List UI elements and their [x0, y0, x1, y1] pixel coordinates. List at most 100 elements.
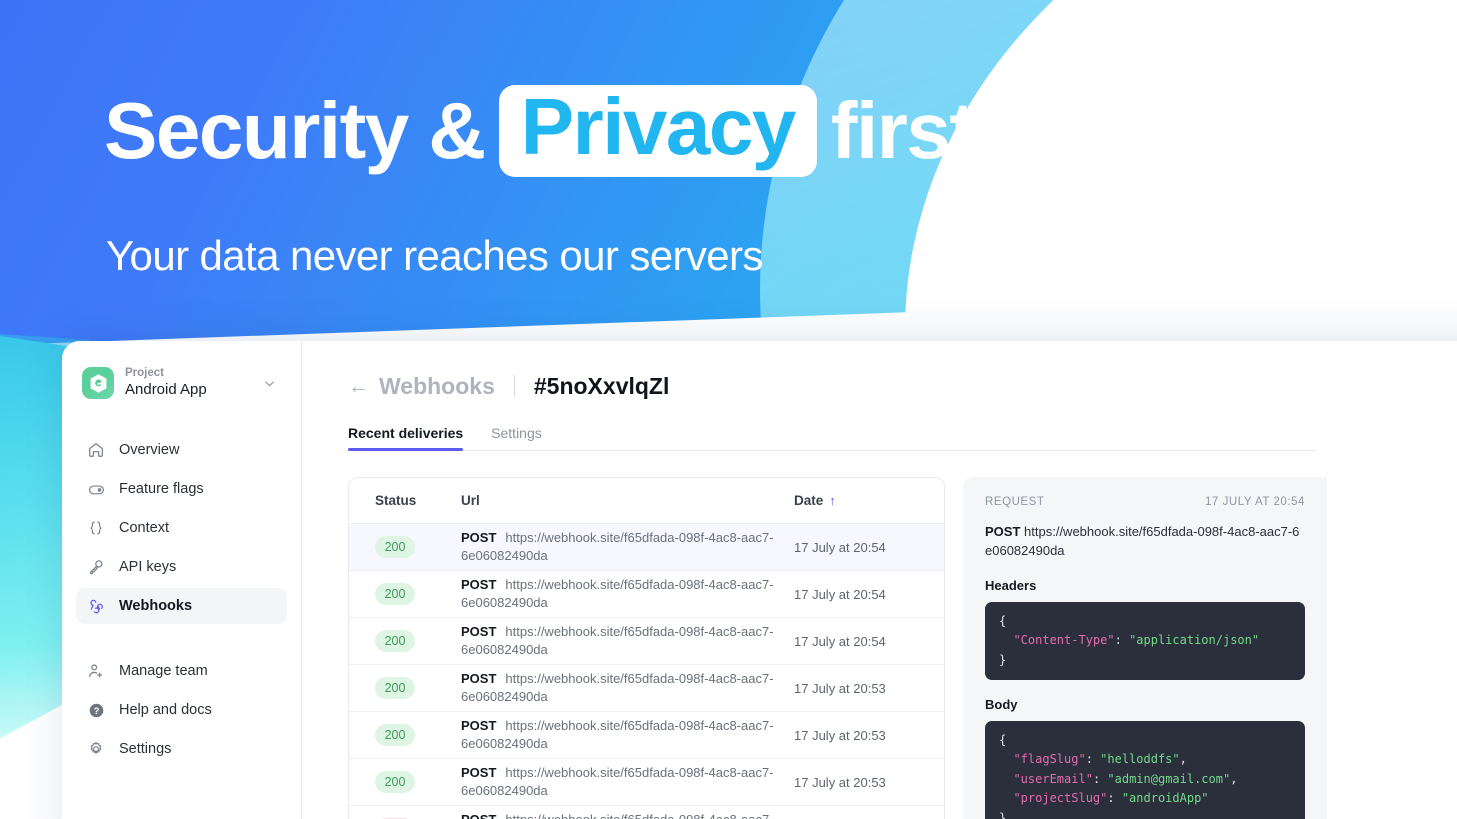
project-logo-icon — [82, 367, 114, 399]
row-method: POST — [461, 717, 497, 733]
table-row[interactable]: 200 POST https://webhook.site/f65dfada-09… — [349, 665, 944, 712]
tab-bar: Recent deliveries Settings — [348, 420, 1316, 451]
status-badge: 200 — [375, 630, 415, 652]
deliveries-layout: Status Url Date ↑ 200 POST https://webhook… — [348, 477, 1457, 819]
back-arrow-icon[interactable]: ← — [348, 376, 369, 397]
row-url-value: https://webhook.site/f65dfada-098f-4ac8-… — [461, 812, 773, 819]
row-status: 200 — [349, 771, 461, 793]
table-row[interactable]: 200 POST https://webhook.site/f65dfada-09… — [349, 571, 944, 618]
sidebar-item-help-and-docs[interactable]: ? Help and docs — [76, 692, 287, 728]
tab-recent-deliveries[interactable]: Recent deliveries — [348, 425, 464, 451]
body-key: "userEmail" — [1013, 771, 1093, 786]
headers-value: "application/json" — [1129, 633, 1260, 648]
row-status: 200 — [349, 724, 461, 746]
sidebar-item-label: Overview — [119, 442, 180, 458]
status-badge: 200 — [375, 677, 415, 699]
row-method: POST — [461, 623, 497, 639]
body-value: "admin@gmail.com" — [1107, 771, 1231, 786]
sidebar-item-overview[interactable]: Overview — [76, 432, 287, 468]
breadcrumb-parent[interactable]: Webhooks — [379, 373, 495, 400]
body-key: "flagSlug" — [1013, 752, 1086, 767]
table-row[interactable]: 200 POST https://webhook.site/f65dfada-09… — [349, 759, 944, 806]
main-content: ← Webhooks #5noXxvlqZl Recent deliveries… — [302, 341, 1457, 819]
sidebar-item-context[interactable]: Context — [76, 510, 287, 546]
gear-icon — [86, 739, 106, 759]
sidebar-primary-nav: Overview Feature flags Context API keys … — [62, 432, 301, 624]
home-icon — [86, 440, 106, 460]
row-url: POSThttps://webhook.site/f65dfada-098f-4… — [461, 717, 792, 754]
column-header-status[interactable]: Status — [349, 493, 461, 508]
sidebar: Project Android App Overview Feature fla… — [62, 341, 302, 819]
table-row[interactable]: 200 POST https://webhook.site/f65dfada-09… — [349, 712, 944, 759]
body-section-title: Body — [985, 697, 1018, 712]
sidebar-item-label: API keys — [119, 559, 177, 575]
request-panel-header: REQUEST 17 JULY AT 20:54 — [985, 496, 1305, 508]
row-status: 200 — [349, 677, 461, 699]
sidebar-item-webhooks[interactable]: Webhooks — [76, 588, 287, 624]
webhook-icon — [86, 596, 106, 616]
table-row[interactable]: 500 POSThttps://webhook.site/f65dfada-09… — [349, 806, 944, 819]
body-brace-close: } — [999, 810, 1007, 819]
project-meta: Project Android App — [125, 367, 262, 398]
body-value: "helloddfs" — [1100, 752, 1180, 767]
sidebar-item-label: Help and docs — [119, 702, 212, 718]
sidebar-item-feature-flags[interactable]: Feature flags — [76, 471, 287, 507]
row-date: 17 July at 20:54 — [794, 633, 886, 649]
row-url: POSThttps://webhook.site/f65dfada-098f-4… — [461, 764, 792, 801]
hero-title-part1: Security & — [104, 85, 486, 175]
request-detail-panel: REQUEST 17 JULY AT 20:54 POST https://we… — [963, 477, 1327, 819]
column-header-url[interactable]: Url — [461, 493, 792, 508]
row-url: POSThttps://webhook.site/f65dfada-098f-4… — [461, 623, 792, 660]
project-switcher[interactable]: Project Android App — [76, 361, 287, 405]
body-comma: , — [1179, 752, 1187, 767]
row-url-value: https://webhook.site/f65dfada-098f-4ac8-… — [461, 623, 774, 657]
column-header-date[interactable]: Date ↑ — [792, 493, 944, 508]
headers-brace-close: } — [999, 652, 1007, 667]
breadcrumb-divider — [513, 375, 515, 397]
sort-asc-icon: ↑ — [829, 493, 836, 508]
row-url: POSThttps://webhook.site/f65dfada-098f-4… — [461, 576, 792, 613]
row-method: POST — [461, 529, 497, 545]
status-badge: 200 — [375, 583, 415, 605]
sidebar-item-label: Webhooks — [119, 598, 193, 614]
row-method: POST — [461, 812, 496, 819]
sidebar-item-api-keys[interactable]: API keys — [76, 549, 287, 585]
row-url-value: https://webhook.site/f65dfada-098f-4ac8-… — [461, 576, 774, 610]
body-comma: , — [1230, 771, 1238, 786]
table-row[interactable]: 200 POST https://webhook.site/f65dfada-09… — [349, 618, 944, 665]
row-url-value: https://webhook.site/f65dfada-098f-4ac8-… — [461, 529, 774, 563]
braces-icon — [86, 518, 106, 538]
headers-colon: : — [1114, 633, 1130, 648]
body-value: "androidApp" — [1121, 791, 1209, 806]
hero-title-highlight: Privacy — [498, 85, 817, 177]
request-url: POST https://webhook.site/f65dfada-098f-… — [985, 523, 1305, 561]
hero-title: Security & Privacy first — [104, 85, 976, 177]
request-label: REQUEST — [985, 496, 1045, 508]
sidebar-item-label: Settings — [119, 741, 172, 757]
row-url: POSThttps://webhook.site/f65dfada-098f-4… — [461, 811, 792, 819]
table-header-row: Status Url Date ↑ — [349, 478, 944, 524]
headers-brace-open: { — [999, 613, 1007, 628]
body-key: "projectSlug" — [1013, 791, 1108, 806]
row-status: 200 — [349, 630, 461, 652]
breadcrumb: ← Webhooks #5noXxvlqZl — [348, 371, 1457, 401]
sidebar-item-settings[interactable]: Settings — [76, 731, 287, 767]
sidebar-item-manage-team[interactable]: Manage team — [76, 653, 287, 689]
headers-code-block: { "Content-Type": "application/json" } — [985, 601, 1305, 680]
row-url-value: https://webhook.site/f65dfada-098f-4ac8-… — [461, 764, 774, 798]
tab-settings[interactable]: Settings — [491, 425, 542, 450]
project-label: Project — [125, 367, 164, 380]
help-circle-icon: ? — [86, 700, 106, 720]
deliveries-table: Status Url Date ↑ 200 POST https://webhook… — [348, 477, 945, 819]
request-url-value: https://webhook.site/f65dfada-098f-4ac8-… — [985, 524, 1300, 558]
table-row[interactable]: 200 POST https://webhook.site/f65dfada-09… — [349, 524, 944, 571]
row-date: 17 July at 20:53 — [794, 727, 886, 743]
chevron-down-icon[interactable] — [262, 376, 277, 391]
project-name: Android App — [125, 381, 207, 399]
hero-title-part2: first — [830, 85, 976, 175]
row-date: 17 July at 20:54 — [794, 539, 886, 555]
row-url: POSThttps://webhook.site/f65dfada-098f-4… — [461, 670, 792, 707]
screenshot-root: Security & Privacy first Your data never… — [0, 0, 1457, 819]
request-method: POST — [985, 524, 1021, 539]
headers-section-title: Headers — [985, 577, 1037, 593]
